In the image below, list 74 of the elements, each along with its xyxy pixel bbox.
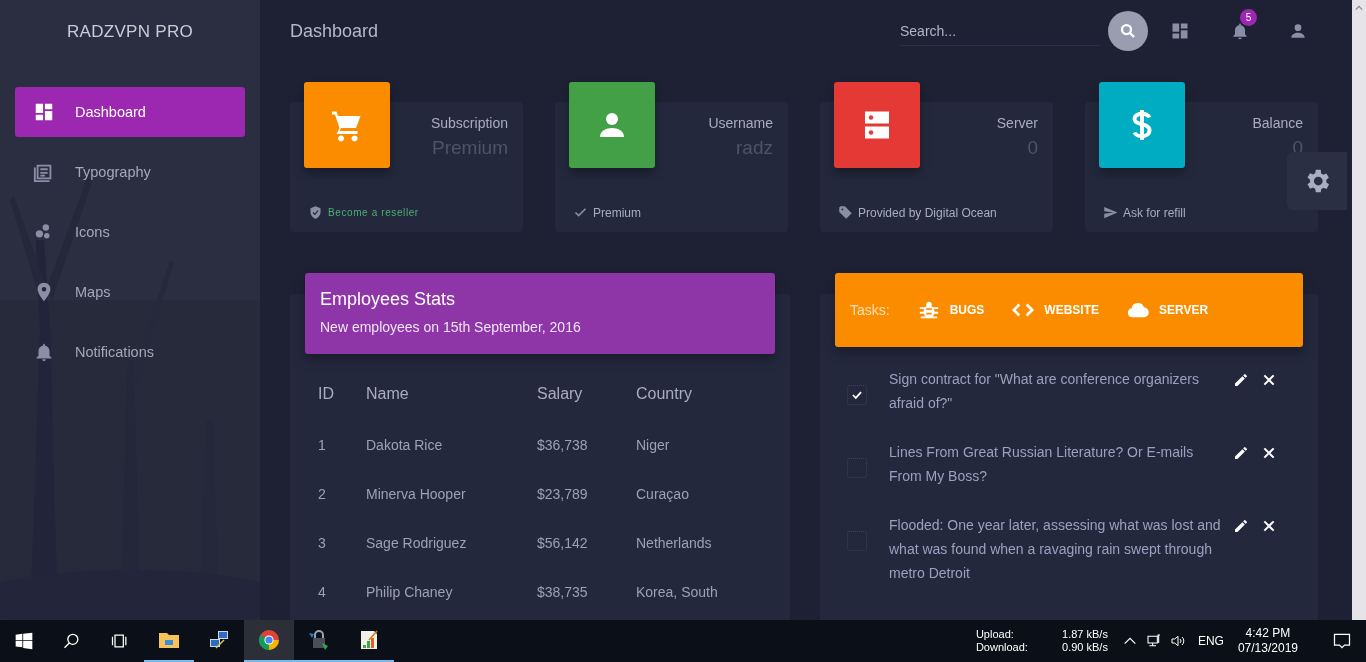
task-text: Flooded: One year later, assessing what was lost and what was found when a ravaging rain swept through metro Detroit: [889, 516, 1221, 583]
stat-title: Balance: [1251, 115, 1303, 131]
table-cell-text: $56,142: [537, 533, 589, 553]
task-text: Sign contract for "What are conference organizers afraid of?": [889, 370, 1200, 413]
search-field[interactable]: Search...: [900, 16, 1100, 46]
sidebar-item[interactable]: Typography: [15, 153, 245, 191]
taskbar-app[interactable]: [244, 620, 294, 662]
table-cell-text: 4: [318, 582, 327, 602]
clock[interactable]: 4:42 PM 07/13/2019: [1237, 626, 1298, 656]
table-cell-text: Korea, South: [636, 582, 718, 602]
dashboard-icon: [33, 101, 55, 123]
close-icon[interactable]: [1261, 372, 1277, 388]
download-label: Download:: [975, 641, 1029, 654]
card-footer-text: Ask for refill: [1123, 205, 1186, 220]
card-title: Employees Stats: [320, 289, 457, 310]
tasks-label: Tasks:: [850, 302, 890, 318]
table-cell: Sage Rodriguez: [366, 518, 537, 567]
table-cell-text: $38,735: [537, 582, 589, 602]
search-icon: [1119, 22, 1137, 40]
close-icon[interactable]: [1261, 518, 1277, 534]
upload-speed: 1.87 kB/s: [1061, 628, 1108, 641]
sidebar-item[interactable]: Icons: [15, 213, 245, 251]
pencil-icon[interactable]: [1233, 445, 1249, 461]
stat-title: Subscription: [429, 115, 508, 131]
table-cell: Minerva Hooper: [366, 469, 537, 518]
scrollbar[interactable]: [1352, 0, 1366, 620]
upload-label: Upload:: [975, 628, 1015, 641]
stat-title: Server: [995, 115, 1038, 131]
download-speed: 0.90 kB/s: [1061, 641, 1108, 654]
pencil-icon[interactable]: [1233, 372, 1249, 388]
tag-icon: [838, 205, 853, 220]
reseller-link[interactable]: Become a reseller: [328, 207, 419, 218]
stat-title: Username: [707, 115, 773, 131]
notification-icon[interactable]: [1332, 631, 1352, 651]
padlock-icon: [307, 628, 331, 652]
settings-button[interactable]: [1287, 152, 1347, 210]
start-icon: [14, 631, 34, 651]
shield-icon: [308, 205, 323, 220]
bell-icon[interactable]: [1230, 21, 1250, 41]
card-footer-text: Premium: [593, 205, 641, 220]
column-header: ID: [318, 384, 335, 404]
table-cell-text: $36,738: [537, 435, 589, 455]
page-title: Dashboard: [290, 20, 380, 42]
dashboard-icon[interactable]: [1170, 21, 1190, 41]
language-indicator[interactable]: ENG: [1197, 634, 1224, 648]
card-subtitle: New employees on 15th September, 2016: [320, 319, 582, 335]
table-cell-text: 1: [318, 435, 327, 455]
close-icon[interactable]: [1261, 445, 1277, 461]
user-icon[interactable]: [1288, 21, 1308, 41]
table-cell: Dakota Rice: [366, 420, 537, 469]
pencil-icon[interactable]: [1233, 518, 1249, 534]
send-icon: [1103, 205, 1118, 220]
network-icon[interactable]: [1145, 633, 1162, 649]
table-cell: 3: [318, 518, 366, 567]
table-cell-text: Netherlands: [636, 533, 713, 553]
chrome-icon: [257, 628, 281, 652]
search-button[interactable]: [1108, 11, 1148, 51]
table-cell: Philip Chaney: [366, 567, 537, 616]
column-header: Salary: [537, 382, 636, 420]
table-cell: $23,789: [537, 469, 636, 518]
bug-icon: [917, 299, 940, 321]
table-cell-text: Niger: [636, 435, 671, 455]
card-footer-text: Provided by Digital Ocean: [858, 205, 997, 220]
brand-title: RADZVPN PRO: [65, 21, 195, 43]
volume-icon[interactable]: [1169, 633, 1186, 649]
notification-badge: 5: [1240, 9, 1257, 26]
sidebar-item[interactable]: Notifications: [15, 333, 245, 371]
table-cell-text: Curaçao: [636, 484, 690, 504]
column-header: Country: [636, 384, 694, 404]
sidebar-item[interactable]: Maps: [15, 273, 245, 311]
sidebar-item[interactable]: Dashboard: [15, 87, 245, 137]
table-cell-text: 2: [318, 484, 327, 504]
column-header: Name: [366, 382, 537, 420]
task-text: Lines From Great Russian Literature? Or E-mails From My Boss?: [889, 443, 1195, 486]
